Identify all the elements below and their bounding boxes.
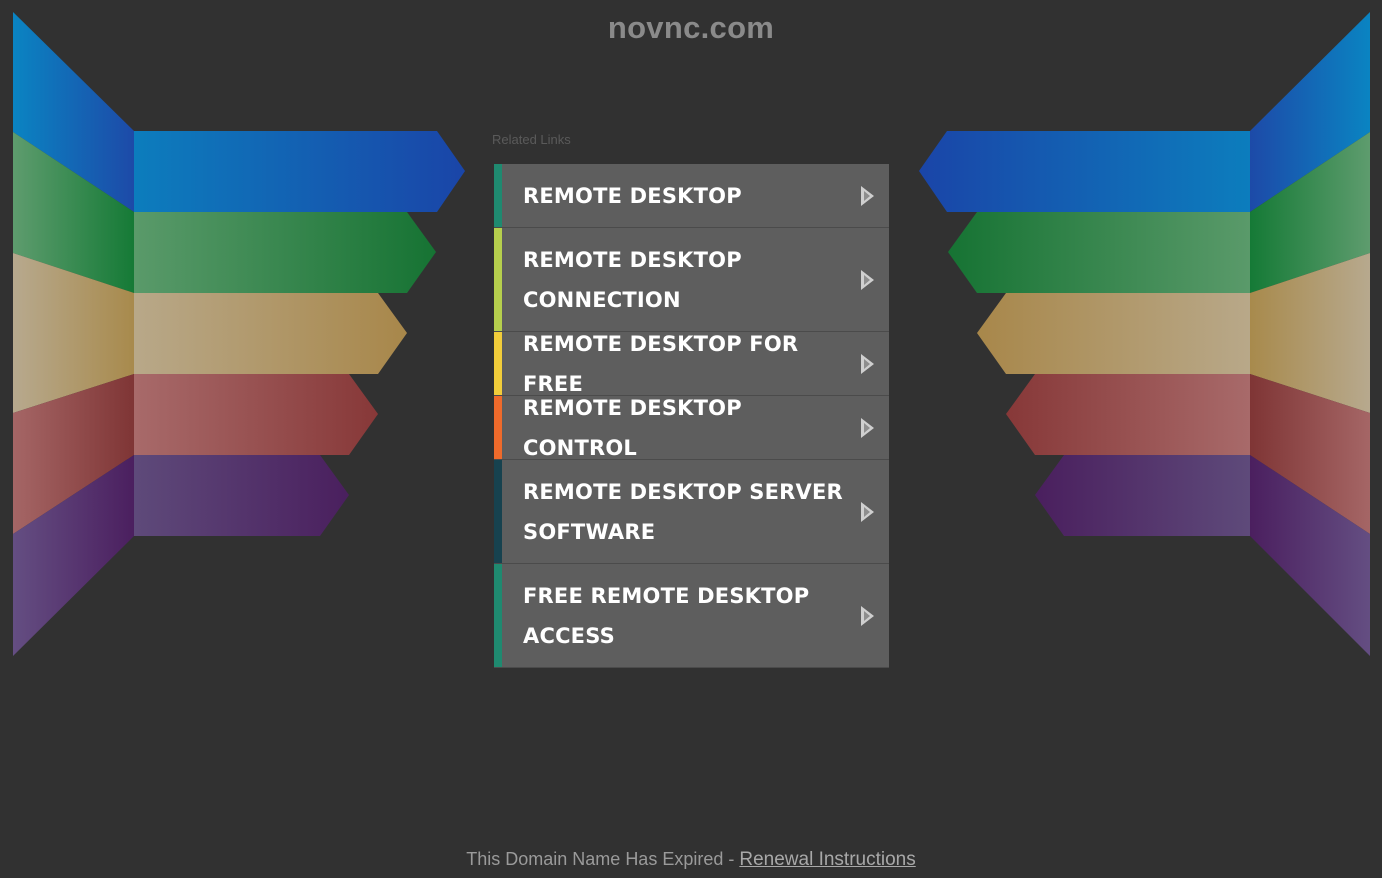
footer: This Domain Name Has Expired - Renewal I… <box>0 849 1382 871</box>
play-arrow-icon <box>861 417 874 438</box>
related-link-accent <box>494 332 502 395</box>
play-arrow-icon <box>861 501 874 522</box>
related-links-list: REMOTE DESKTOP REMOTE DESKTOP CONNECTION R… <box>494 164 889 668</box>
related-link-item[interactable]: REMOTE DESKTOP <box>494 164 889 228</box>
related-link-accent <box>494 228 502 331</box>
related-link-label: FREE REMOTE DESKTOP ACCESS <box>523 583 810 648</box>
related-link-item[interactable]: REMOTE DESKTOP CONTROL <box>494 396 889 460</box>
related-link-label: REMOTE DESKTOP SERVER SOFTWARE <box>523 479 843 544</box>
related-link-accent <box>494 164 502 227</box>
related-link-accent <box>494 460 502 563</box>
related-link-accent <box>494 564 502 667</box>
related-link-label: REMOTE DESKTOP <box>523 183 742 208</box>
play-arrow-icon <box>861 605 874 626</box>
related-link-item[interactable]: REMOTE DESKTOP FOR FREE <box>494 332 889 396</box>
related-link-item[interactable]: FREE REMOTE DESKTOP ACCESS <box>494 564 889 668</box>
play-arrow-icon <box>861 185 874 206</box>
related-link-item[interactable]: REMOTE DESKTOP SERVER SOFTWARE <box>494 460 889 564</box>
related-link-label: REMOTE DESKTOP CONTROL <box>523 395 742 460</box>
renewal-instructions-link[interactable]: Renewal Instructions <box>739 849 915 870</box>
footer-expired-text: This Domain Name Has Expired - <box>466 849 740 869</box>
related-link-accent <box>494 396 502 459</box>
related-link-label: REMOTE DESKTOP CONNECTION <box>523 247 742 312</box>
play-arrow-icon <box>861 269 874 290</box>
domain-title[interactable]: novnc.com <box>0 10 1382 46</box>
related-links-label: Related Links <box>492 132 571 147</box>
play-arrow-icon <box>861 353 874 374</box>
parked-domain-page: novnc.com Related Links REMOTE DESKTOP RE… <box>0 0 1382 878</box>
related-link-item[interactable]: REMOTE DESKTOP CONNECTION <box>494 228 889 332</box>
